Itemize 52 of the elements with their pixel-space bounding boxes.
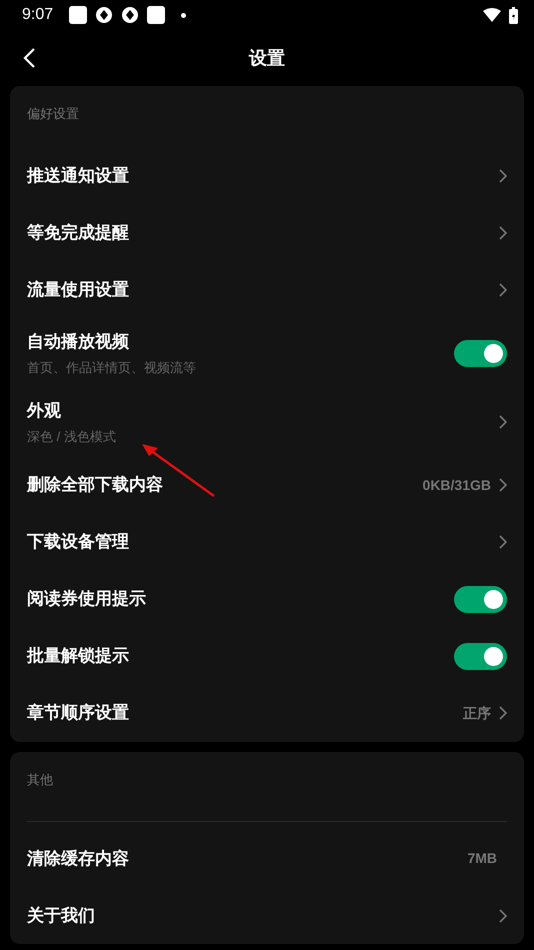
toggle-switch[interactable] (454, 586, 507, 612)
chevron-icon (499, 706, 507, 720)
row-label: 关于我们 (27, 904, 96, 927)
status-time: 9:07 (22, 5, 54, 25)
chevron-icon (499, 535, 507, 549)
row-label: 删除全部下载内容 (27, 474, 164, 496)
settings-row[interactable]: 等免完成提醒 (27, 204, 507, 262)
notification-icon (147, 6, 166, 24)
settings-row[interactable]: 批量解锁提示 (27, 628, 507, 684)
settings-row[interactable]: 下载设备管理 (27, 514, 507, 570)
section-title: 偏好设置 (27, 105, 80, 123)
row-label: 章节顺序设置 (27, 702, 130, 724)
row-value: 7MB (467, 849, 497, 868)
wifi-icon (483, 8, 501, 22)
row-value: 0KB/31GB (422, 476, 491, 494)
settings-row[interactable]: 推送通知设置 (27, 148, 507, 204)
row-value: 正序 (463, 704, 491, 722)
row-label: 批量解锁提示 (27, 645, 130, 668)
page-title: 设置 (249, 46, 285, 70)
row-subtitle: 深色 / 浅色模式 (27, 428, 117, 446)
settings-row[interactable]: 阅读券使用提示 (27, 570, 507, 628)
chevron-icon (499, 908, 507, 922)
row-label: 下载设备管理 (27, 531, 130, 554)
settings-row[interactable]: 章节顺序设置 正序 (27, 684, 507, 742)
settings-row[interactable]: 清除缓存内容 7MB (27, 830, 507, 887)
settings-row[interactable]: 流量使用设置 (27, 262, 507, 318)
row-label: 阅读券使用提示 (27, 588, 147, 610)
aperture-icon (121, 6, 140, 24)
settings-row[interactable]: 外观 深色 / 浅色模式 (27, 388, 507, 456)
settings-row[interactable]: 关于我们 (27, 887, 507, 944)
aperture-icon (95, 6, 114, 24)
back-icon (22, 46, 36, 69)
chevron-icon (499, 478, 507, 492)
chevron-icon (499, 283, 507, 297)
chevron-icon (499, 169, 507, 183)
toggle-switch[interactable] (454, 642, 507, 670)
settings-row[interactable]: 删除全部下载内容 0KB/31GB (27, 456, 507, 514)
row-label: 流量使用设置 (27, 279, 130, 302)
battery-icon (509, 6, 518, 24)
row-label: 推送通知设置 (27, 165, 130, 188)
section-title: 其他 (27, 770, 54, 788)
notification-icon (69, 6, 88, 24)
settings-row[interactable]: 自动播放视频 首页、作品详情页、视频流等 (27, 318, 507, 388)
chevron-icon (499, 415, 507, 429)
row-label: 等免完成提醒 (27, 222, 130, 244)
row-subtitle: 首页、作品详情页、视频流等 (27, 359, 197, 377)
chevron-icon (499, 226, 507, 240)
toggle-switch[interactable] (454, 340, 507, 366)
dot-icon (181, 12, 186, 18)
row-label: 自动播放视频 (27, 330, 130, 352)
row-label: 外观 (27, 400, 62, 422)
row-label: 清除缓存内容 (27, 848, 130, 870)
